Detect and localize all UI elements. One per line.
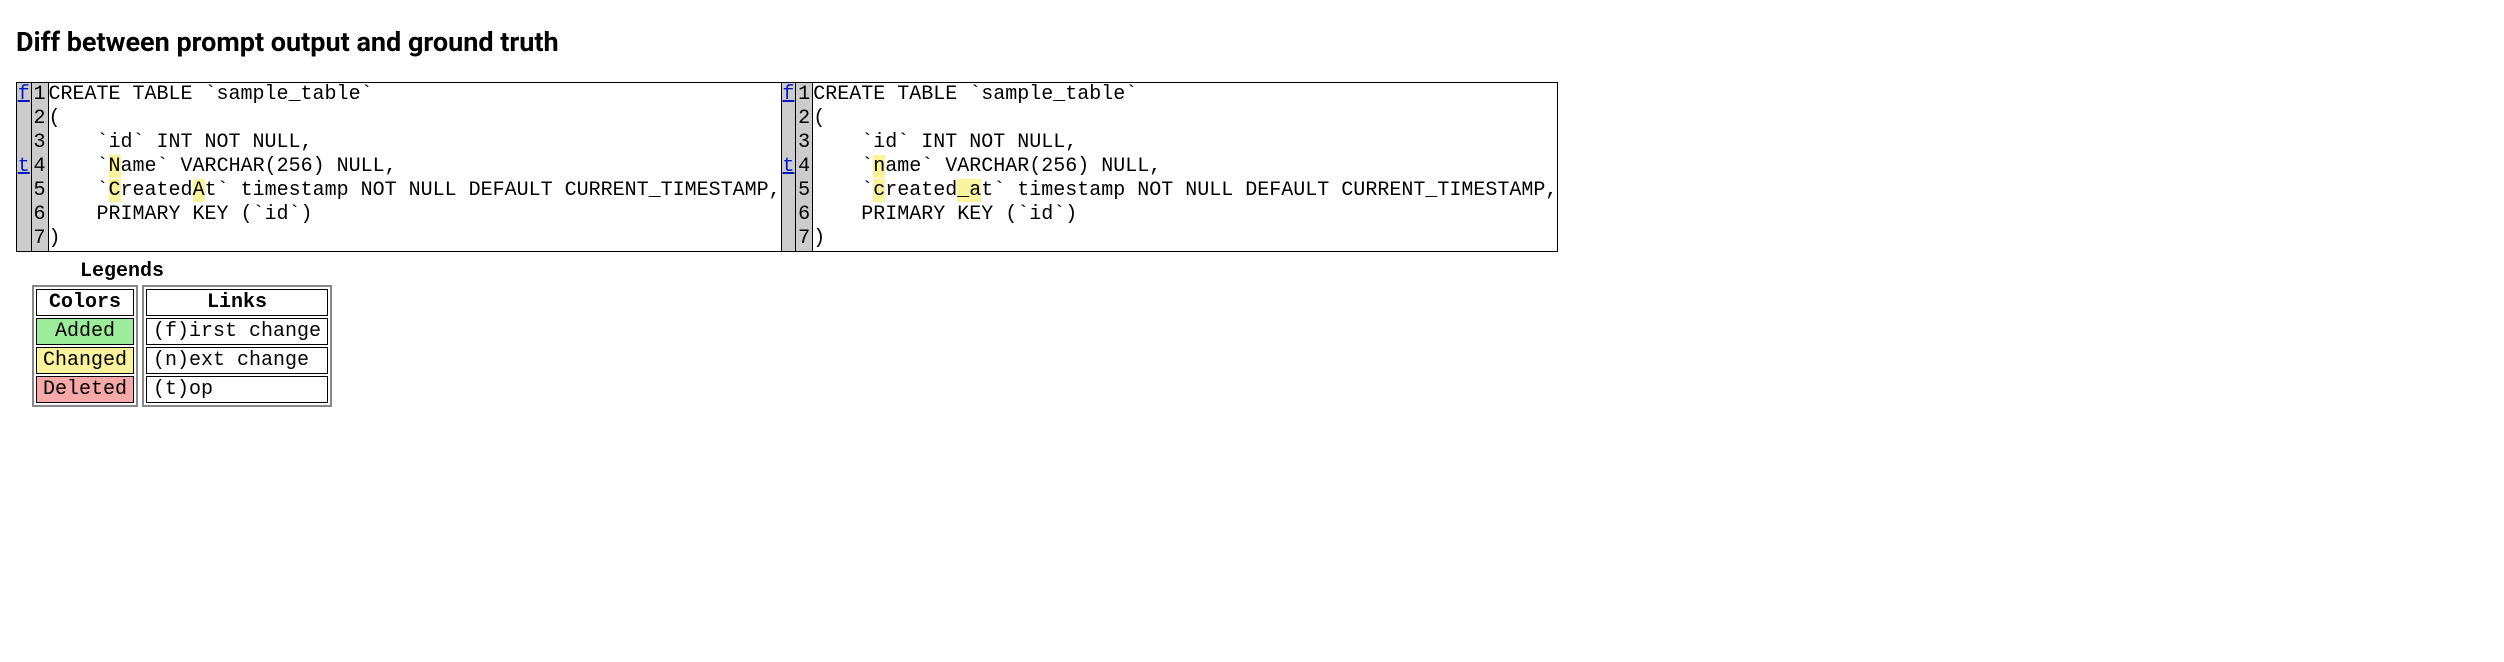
diff-row: t4 `Name` VARCHAR(256) NULL, [17, 155, 781, 179]
diff-gutter-link-cell [782, 131, 796, 155]
diff-row: 3 `id` INT NOT NULL, [17, 131, 781, 155]
legend-link-cell: (n)ext change [146, 347, 328, 374]
diff-row: f1CREATE TABLE `sample_table` [17, 83, 781, 107]
diff-code-cell: PRIMARY KEY (`id`) [48, 203, 781, 227]
diff-line-number: 5 [796, 179, 813, 203]
legend-color-cell: Changed [36, 347, 134, 374]
legend-link-cell: (t)op [146, 376, 328, 403]
diff-left-side: f1CREATE TABLE `sample_table` 2( 3 `id` … [16, 82, 781, 252]
diff-gutter-link-cell [17, 179, 31, 203]
diff-changed-span: C [109, 179, 121, 202]
legend-color-cell: Deleted [36, 376, 134, 403]
diff-gutter-link-cell [782, 179, 796, 203]
diff-line-number: 1 [31, 83, 48, 107]
diff-line-number: 4 [31, 155, 48, 179]
diff-code-cell: `name` VARCHAR(256) NULL, [813, 155, 1558, 179]
diff-code-cell: ( [813, 107, 1558, 131]
diff-line-number: 4 [796, 155, 813, 179]
legend-link-cell: (f)irst change [146, 318, 328, 345]
diff-container: f1CREATE TABLE `sample_table` 2( 3 `id` … [16, 82, 2488, 252]
diff-nav-link[interactable]: f [18, 83, 30, 106]
diff-gutter-link-cell [782, 227, 796, 251]
diff-changed-span: N [109, 155, 121, 178]
diff-code-cell: ) [813, 227, 1558, 251]
diff-code-cell: `Name` VARCHAR(256) NULL, [48, 155, 781, 179]
diff-code-cell: ( [48, 107, 781, 131]
diff-right-table: f1CREATE TABLE `sample_table` 2( 3 `id` … [782, 83, 1558, 251]
legend-links-table: Links (f)irst change(n)ext change(t)op [142, 285, 332, 407]
diff-code-cell: `CreatedAt` timestamp NOT NULL DEFAULT C… [48, 179, 781, 203]
diff-gutter-link-cell: t [17, 155, 31, 179]
diff-line-number: 5 [31, 179, 48, 203]
diff-gutter-link-cell [17, 203, 31, 227]
diff-row: t4 `name` VARCHAR(256) NULL, [782, 155, 1558, 179]
diff-line-number: 1 [796, 83, 813, 107]
diff-row: 7) [782, 227, 1558, 251]
diff-nav-link[interactable]: f [782, 83, 794, 106]
diff-line-number: 6 [796, 203, 813, 227]
diff-nav-link[interactable]: t [18, 155, 30, 178]
diff-row: 6 PRIMARY KEY (`id`) [17, 203, 781, 227]
diff-line-number: 3 [796, 131, 813, 155]
diff-right-side: f1CREATE TABLE `sample_table` 2( 3 `id` … [781, 82, 1559, 252]
diff-code-cell: `id` INT NOT NULL, [48, 131, 781, 155]
diff-nav-link[interactable]: t [782, 155, 794, 178]
diff-gutter-link-cell: f [17, 83, 31, 107]
legend-colors-table: Colors AddedChangedDeleted [32, 285, 138, 407]
diff-gutter-link-cell [17, 227, 31, 251]
diff-gutter-link-cell: t [782, 155, 796, 179]
legend-color-cell: Added [36, 318, 134, 345]
diff-row: 7) [17, 227, 781, 251]
diff-gutter-link-cell [782, 107, 796, 131]
legend-links-header: Links [146, 289, 328, 316]
diff-changed-span: n [873, 155, 885, 178]
diff-code-cell: ) [48, 227, 781, 251]
diff-code-cell: CREATE TABLE `sample_table` [48, 83, 781, 107]
legends-section: Legends Colors AddedChangedDeleted Links… [32, 260, 2488, 407]
diff-code-cell: CREATE TABLE `sample_table` [813, 83, 1558, 107]
diff-gutter-link-cell [782, 203, 796, 227]
diff-code-cell: `id` INT NOT NULL, [813, 131, 1558, 155]
diff-row: 5 `created_at` timestamp NOT NULL DEFAUL… [782, 179, 1558, 203]
diff-changed-span: c [873, 179, 885, 202]
legends-title: Legends [80, 260, 2488, 283]
diff-line-number: 3 [31, 131, 48, 155]
diff-row: 5 `CreatedAt` timestamp NOT NULL DEFAULT… [17, 179, 781, 203]
diff-line-number: 7 [31, 227, 48, 251]
diff-row: 2( [782, 107, 1558, 131]
diff-row: 3 `id` INT NOT NULL, [782, 131, 1558, 155]
diff-changed-span: _a [957, 179, 981, 202]
diff-code-cell: PRIMARY KEY (`id`) [813, 203, 1558, 227]
legend-colors-header: Colors [36, 289, 134, 316]
diff-left-table: f1CREATE TABLE `sample_table` 2( 3 `id` … [17, 83, 781, 251]
diff-changed-span: A [193, 179, 205, 202]
diff-line-number: 2 [796, 107, 813, 131]
diff-row: 6 PRIMARY KEY (`id`) [782, 203, 1558, 227]
diff-line-number: 6 [31, 203, 48, 227]
diff-gutter-link-cell [17, 131, 31, 155]
diff-line-number: 2 [31, 107, 48, 131]
diff-row: f1CREATE TABLE `sample_table` [782, 83, 1558, 107]
page-title: Diff between prompt output and ground tr… [16, 26, 2488, 58]
diff-gutter-link-cell [17, 107, 31, 131]
diff-code-cell: `created_at` timestamp NOT NULL DEFAULT … [813, 179, 1558, 203]
diff-line-number: 7 [796, 227, 813, 251]
diff-row: 2( [17, 107, 781, 131]
diff-gutter-link-cell: f [782, 83, 796, 107]
